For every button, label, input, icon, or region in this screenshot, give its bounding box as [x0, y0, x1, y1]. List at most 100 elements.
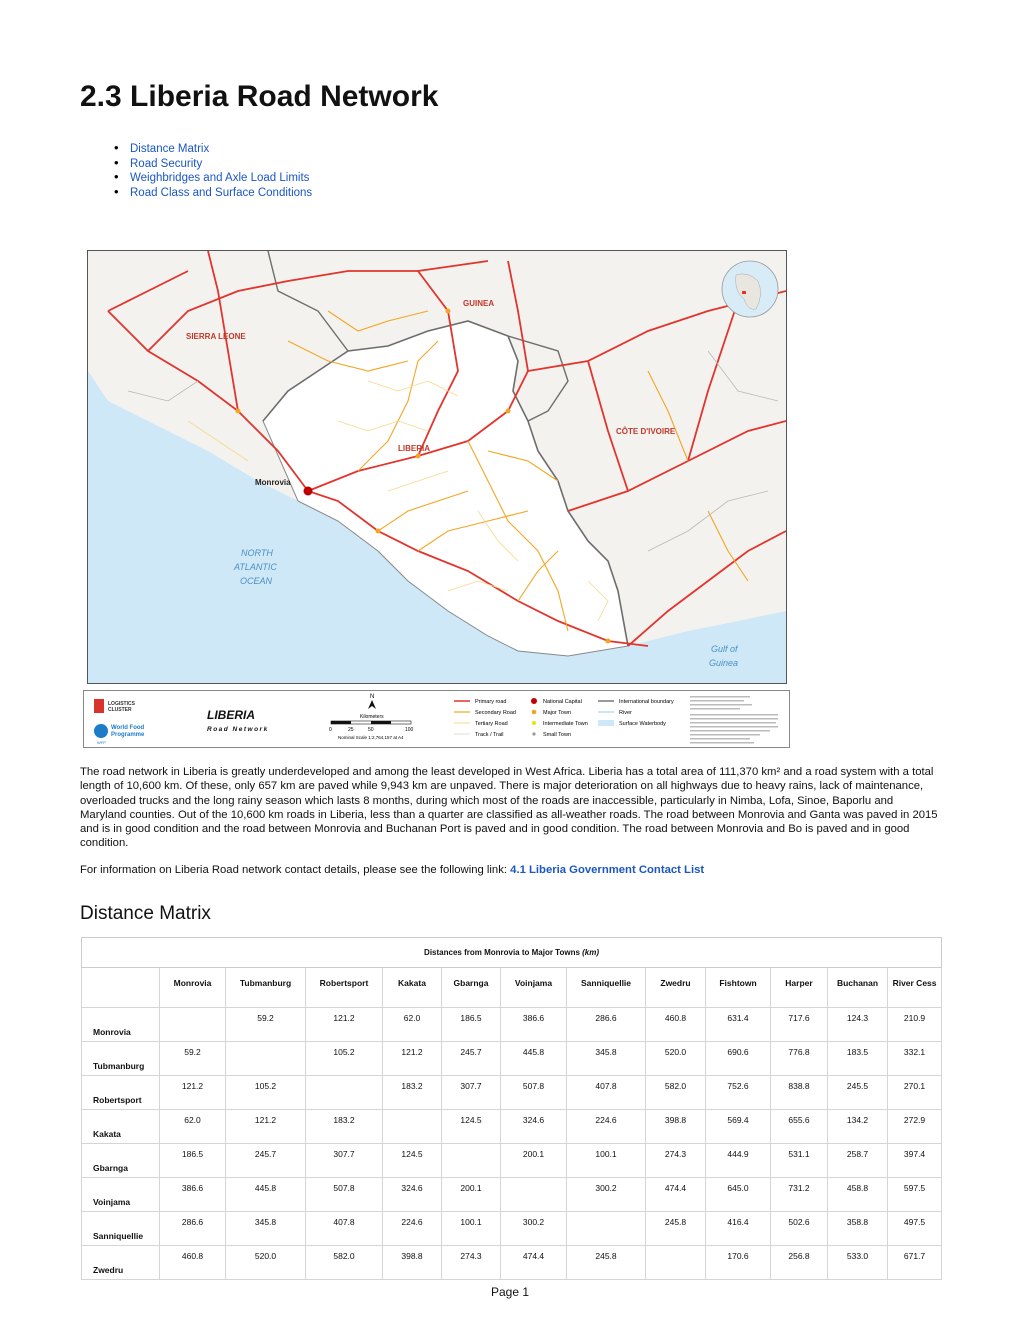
distance-cell: 270.1	[886, 1075, 943, 1110]
distance-cell: 631.4	[705, 1007, 771, 1042]
legend-waterbody: Surface Waterbody	[619, 721, 666, 727]
row-header: Tubmanburg	[81, 1041, 160, 1076]
col-header: Kakata	[382, 967, 442, 1008]
distance-cell: 300.2	[500, 1211, 567, 1246]
distance-cell	[645, 1245, 706, 1280]
distance-cell: 458.8	[827, 1177, 888, 1212]
table-row: Kakata 62.0 121.2 183.2 124.5 324.6 224.6 398.8…	[81, 1109, 943, 1144]
table-row: Monrovia 59.2 121.2 62.0 186.5 386.6 286.6 460.…	[81, 1007, 943, 1042]
map-subtitle: Road Network	[207, 726, 269, 733]
link-item: Distance Matrix	[114, 141, 312, 157]
distance-cell: 59.2	[225, 1007, 306, 1042]
north-arrow-icon: N	[370, 694, 374, 700]
col-header: River Cess	[886, 967, 943, 1008]
distance-cell: 272.9	[886, 1109, 943, 1144]
road-network-map: LIBERIA GUINEA SIERRA LEONE CÔTE D'IVOIR…	[83, 242, 790, 748]
distance-cell: 124.3	[827, 1007, 888, 1042]
label-gulf-1: Gulf of	[711, 644, 739, 654]
capital-marker	[303, 486, 313, 496]
row-header: Monrovia	[81, 1007, 160, 1042]
distance-cell: 200.1	[441, 1177, 501, 1212]
table-row: Sanniquellie 286.6 345.8 407.8 224.6 100.1 300…	[81, 1211, 943, 1246]
distance-cell: 100.1	[441, 1211, 501, 1246]
distance-cell: 245.7	[441, 1041, 501, 1076]
link-weighbridges[interactable]: Weighbridges and Axle Load Limits	[130, 172, 309, 184]
matrix-caption: Distances from Monrovia to Major Towns (…	[80, 937, 943, 968]
legend-boundary: International boundary	[619, 699, 674, 705]
label-liberia: LIBERIA	[398, 444, 430, 453]
legend-track: Track / Trail	[475, 732, 504, 738]
legend-capital: National Capital	[543, 699, 582, 705]
label-ocean-1: NORTH	[241, 548, 273, 558]
distance-cell: 731.2	[770, 1177, 828, 1212]
distance-cell: 416.4	[705, 1211, 771, 1246]
legend-svg: LOGISTICS CLUSTER WFP World Food Program…	[94, 694, 778, 745]
link-road-security[interactable]: Road Security	[130, 158, 202, 170]
distance-cell: 671.7	[886, 1245, 943, 1280]
distance-cell	[225, 1041, 306, 1076]
distance-cell	[441, 1143, 501, 1178]
distance-cell: 474.4	[500, 1245, 567, 1280]
distance-cell: 307.7	[305, 1143, 383, 1178]
distance-cell: 286.6	[159, 1211, 226, 1246]
distance-cell: 307.7	[441, 1075, 501, 1110]
distance-cell: 105.2	[225, 1075, 306, 1110]
col-header: Tubmanburg	[225, 967, 306, 1008]
legend-major-town: Major Town	[543, 710, 571, 716]
distance-cell: 186.5	[159, 1143, 226, 1178]
row-header: Robertsport	[81, 1075, 160, 1110]
distance-cell: 407.8	[305, 1211, 383, 1246]
distance-cell: 245.8	[645, 1211, 706, 1246]
row-header: Gbarnga	[81, 1143, 160, 1178]
col-header: Voinjama	[500, 967, 567, 1008]
disclaimer-block	[690, 696, 778, 744]
distance-cell: 445.8	[225, 1177, 306, 1212]
distance-cell: 124.5	[382, 1143, 442, 1178]
distance-cell: 183.5	[827, 1041, 888, 1076]
link-distance-matrix[interactable]: Distance Matrix	[130, 143, 209, 155]
distance-cell: 597.5	[886, 1177, 943, 1212]
distance-cell	[500, 1177, 567, 1212]
legend-tertiary: Tertiary Road	[475, 721, 508, 727]
table-row: Gbarnga 186.5 245.7 307.7 124.5 200.1 100.1 274…	[81, 1143, 943, 1178]
col-header: Robertsport	[305, 967, 383, 1008]
legend-intermediate-town: Intermediate Town	[543, 721, 588, 727]
distance-cell	[305, 1075, 383, 1110]
distance-cell: 245.7	[225, 1143, 306, 1178]
contact-paragraph: For information on Liberia Road network …	[80, 864, 704, 876]
label-sierra-leone: SIERRA LEONE	[186, 332, 246, 341]
distance-matrix-heading: Distance Matrix	[80, 903, 211, 924]
distance-cell: 520.0	[225, 1245, 306, 1280]
cluster-text-2: CLUSTER	[108, 707, 132, 713]
wfp-text-1: World Food	[111, 725, 145, 731]
wfp-logo	[94, 724, 108, 738]
distance-cell: 183.2	[382, 1075, 442, 1110]
col-header: Monrovia	[159, 967, 226, 1008]
distance-cell: 121.2	[382, 1041, 442, 1076]
matrix-header-row: Monrovia Tubmanburg Robertsport Kakata G…	[81, 967, 943, 1008]
link-road-class[interactable]: Road Class and Surface Conditions	[130, 187, 312, 199]
row-header: Kakata	[81, 1109, 160, 1144]
wfp-text-2: Programme	[111, 732, 145, 738]
distance-cell: 121.2	[225, 1109, 306, 1144]
contact-link[interactable]: 4.1 Liberia Government Contact List	[510, 864, 704, 876]
distance-cell: 582.0	[305, 1245, 383, 1280]
distance-cell: 398.8	[645, 1109, 706, 1144]
distance-cell: 752.6	[705, 1075, 771, 1110]
distance-cell: 444.9	[705, 1143, 771, 1178]
north-arrow-shape	[368, 700, 376, 709]
distance-cell: 274.3	[441, 1245, 501, 1280]
distance-cell: 105.2	[305, 1041, 383, 1076]
distance-cell: 134.2	[827, 1109, 888, 1144]
distance-cell: 460.8	[159, 1245, 226, 1280]
col-header: Buchanan	[827, 967, 888, 1008]
label-gulf-2: Guinea	[709, 658, 738, 668]
distance-cell: 210.9	[886, 1007, 943, 1042]
matrix-corner	[81, 967, 160, 1008]
legend-small-town: Small Town	[543, 732, 571, 738]
section-links: Distance Matrix Road Security Weighbridg…	[114, 141, 312, 200]
distance-cell: 324.6	[382, 1177, 442, 1212]
distance-cell: 62.0	[159, 1109, 226, 1144]
distance-cell: 286.6	[566, 1007, 646, 1042]
matrix-caption-text: Distances from Monrovia to Major Towns	[424, 948, 583, 957]
